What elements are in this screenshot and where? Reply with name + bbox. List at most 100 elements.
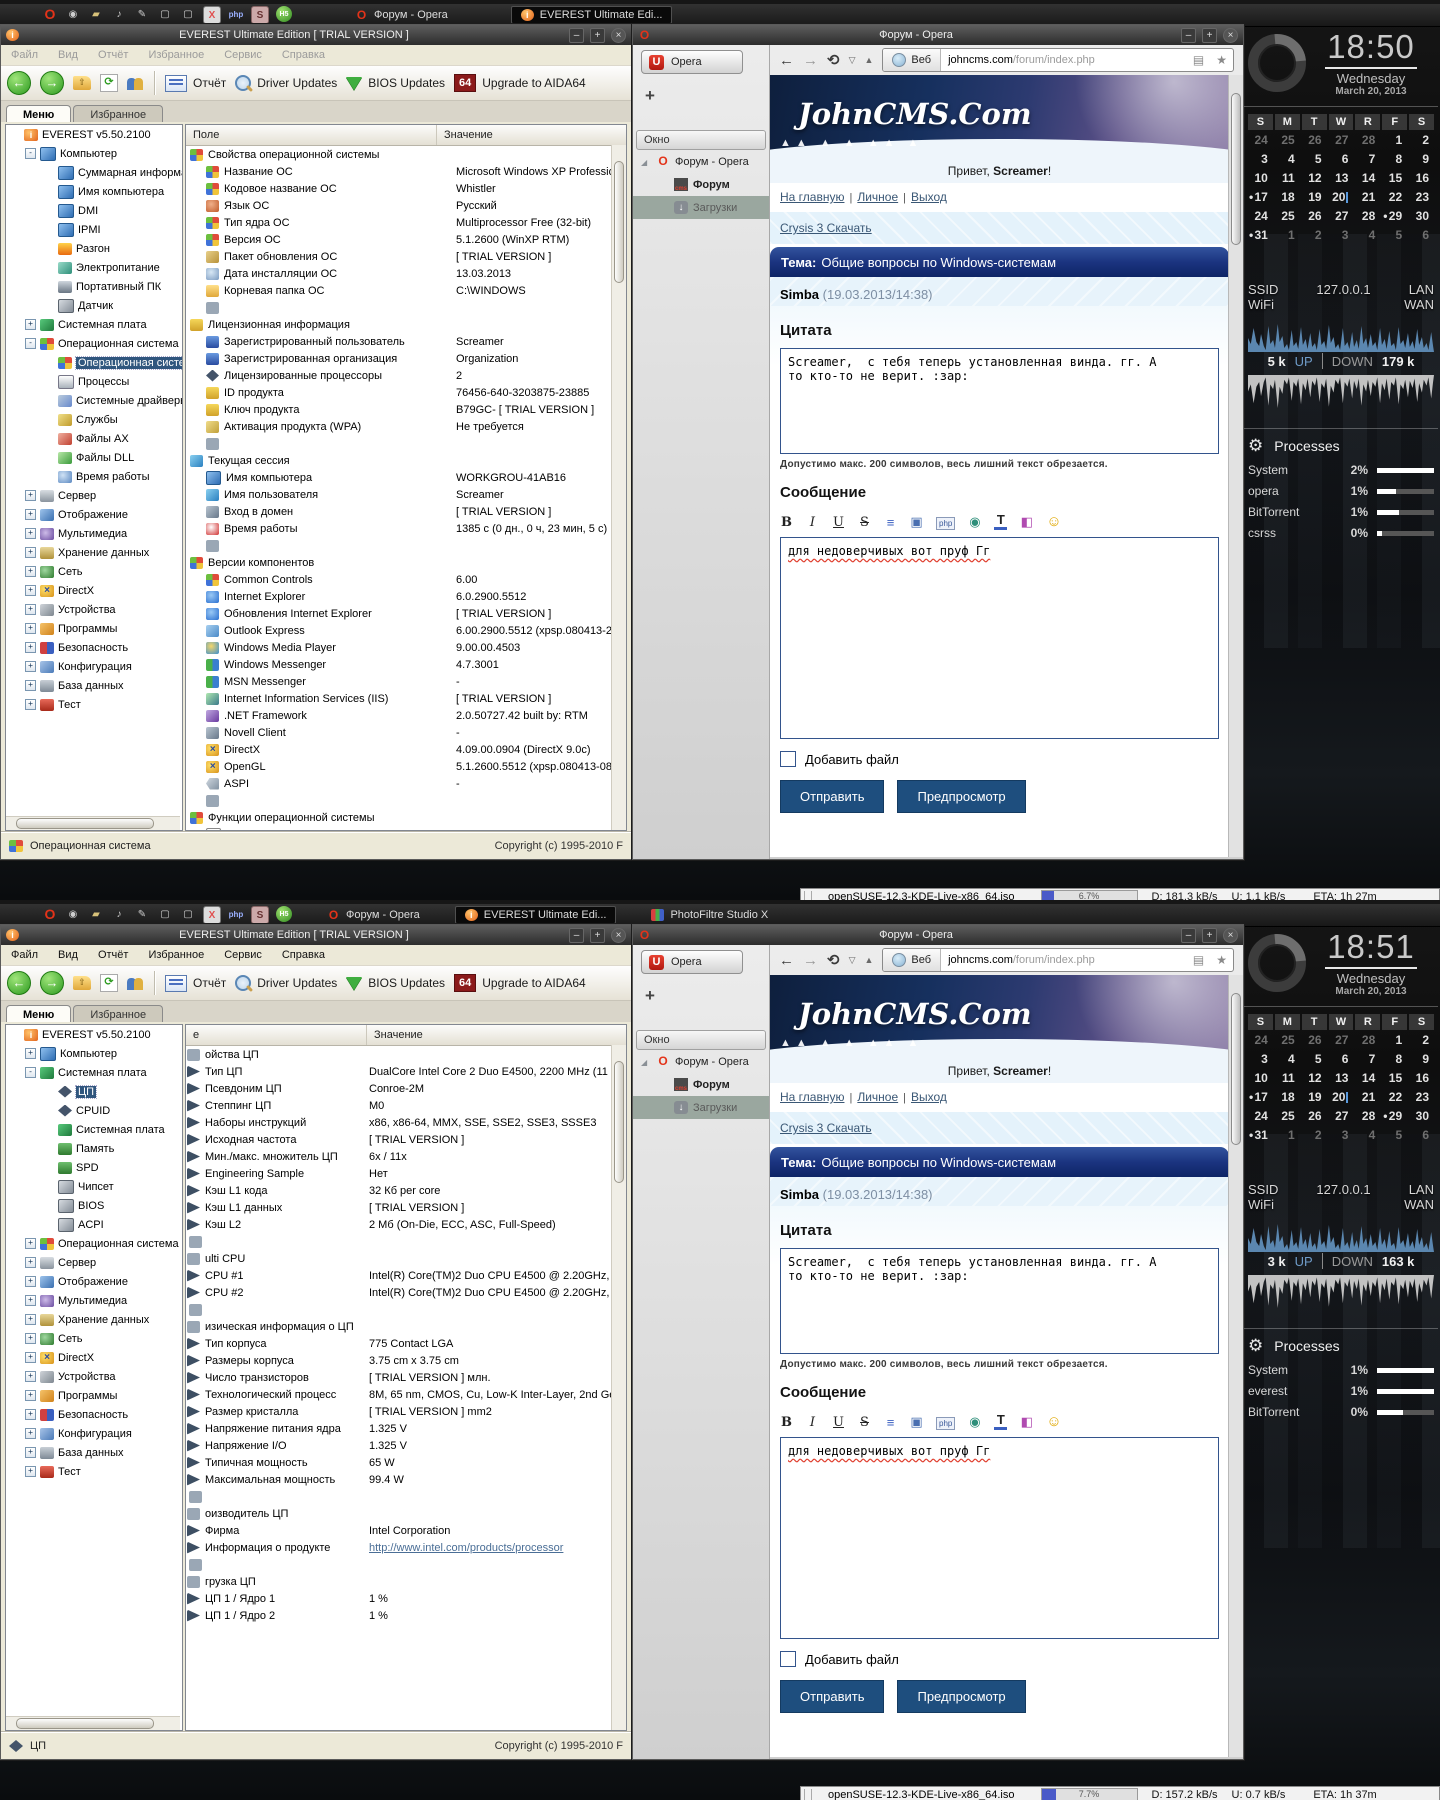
folder-up-icon[interactable] (73, 76, 91, 90)
launcher-icon[interactable]: php (228, 906, 244, 922)
reload-icon[interactable]: ⟲ (827, 51, 840, 69)
calendar-day[interactable]: 7 (1355, 150, 1380, 168)
url-field[interactable]: johncms.com/forum/index.php (941, 954, 1187, 966)
launcher-icon[interactable]: S (251, 906, 269, 924)
calendar-day[interactable]: 20 (1329, 1088, 1354, 1106)
launcher-icon[interactable]: ♪ (111, 6, 127, 22)
pane-row[interactable]: Псевдоним ЦП Conroe-2M (186, 1080, 626, 1097)
launcher-icon[interactable]: ▢ (180, 6, 196, 22)
pane-row[interactable]: изическая информация о ЦП (186, 1318, 626, 1335)
menu-item[interactable]: Сервис (224, 949, 262, 961)
calendar-day[interactable]: 6 (1329, 150, 1354, 168)
pane-row[interactable]: ЦП 1 / Ядро 1 1 % (186, 1590, 626, 1607)
pane-row[interactable]: Обновления Internet Explorer [ TRIAL VER… (186, 605, 626, 622)
pane-row[interactable]: CPU #2 Intel(R) Core(TM)2 Duo CPU E4500 … (186, 1284, 626, 1301)
calendar-day[interactable]: 16 (1409, 1069, 1434, 1087)
pane-row[interactable]: Размеры корпуса 3.75 cm x 3.75 cm (186, 1352, 626, 1369)
tree-item[interactable]: Файлы DLL (6, 448, 182, 467)
forward-icon[interactable] (40, 71, 64, 95)
calendar-day[interactable]: 23 (1409, 188, 1434, 206)
tree-expander[interactable] (9, 1029, 20, 1040)
calendar-day[interactable]: 9 (1409, 1050, 1434, 1068)
format-icon[interactable]: php (936, 517, 956, 530)
format-icon[interactable]: ≡ (884, 1415, 897, 1430)
calendar-day[interactable]: 2 (1302, 226, 1327, 244)
pane-row[interactable]: .NET Framework 2.0.50727.42 built by: RT… (186, 707, 626, 724)
pane-row[interactable]: Outlook Express 6.00.2900.5512 (xpsp.080… (186, 622, 626, 639)
tree-expander[interactable]: + (25, 1466, 36, 1477)
opera-titlebar[interactable]: Форум - Opera – + × (633, 25, 1243, 45)
calendar-day[interactable]: 28 (1355, 1031, 1380, 1049)
tree-item[interactable]: + Устройства (6, 600, 182, 619)
tree-expander[interactable] (43, 357, 54, 368)
format-icon[interactable]: S (858, 1415, 871, 1430)
opera-menu-button[interactable]: U Opera (641, 950, 743, 974)
calendar-day[interactable]: 11 (1275, 1069, 1300, 1087)
tree-item[interactable]: Системные драйверы (6, 391, 182, 410)
launcher-icon[interactable]: X (203, 906, 221, 924)
taskbar-window-button[interactable]: Форум - Opera (318, 906, 429, 924)
bios-updates-button[interactable]: BIOS Updates (346, 976, 445, 990)
pane-row[interactable]: оизводитель ЦП (186, 1505, 626, 1522)
calendar-day[interactable]: 28 (1355, 131, 1380, 149)
pane-row[interactable] (186, 1556, 626, 1573)
tree-item[interactable]: Системная плата (6, 1120, 182, 1139)
tree-item[interactable]: Чипсет (6, 1177, 182, 1196)
pane-row[interactable]: Internet Information Services (IIS) [ TR… (186, 690, 626, 707)
tree-expander[interactable]: + (25, 1257, 36, 1268)
menu-item[interactable]: Файл (11, 949, 38, 961)
calendar-day[interactable]: 12 (1302, 169, 1327, 187)
tree-expander[interactable]: + (25, 699, 36, 710)
tree-expander[interactable]: + (25, 547, 36, 558)
calendar-day[interactable]: 31 (1248, 226, 1273, 244)
tree-item[interactable]: + Сеть (6, 1329, 182, 1348)
tree-item[interactable]: EVEREST v5.50.2100 (6, 125, 182, 144)
nav-link[interactable]: Выход (911, 1090, 947, 1104)
format-icon[interactable]: ◧ (1020, 1414, 1033, 1430)
calendar-day[interactable]: 3 (1329, 1126, 1354, 1144)
tree-item[interactable]: + DirectX (6, 1348, 182, 1367)
pane-row[interactable]: ID продукта 76456-640-3203875-23885 (186, 384, 626, 401)
pane-row[interactable]: Корневая папка ОС C:\WINDOWS (186, 282, 626, 299)
tree-expander[interactable]: + (25, 490, 36, 501)
pane-row[interactable]: Internet Explorer 6.0.2900.5512 (186, 588, 626, 605)
pane-row[interactable]: ulti CPU (186, 1250, 626, 1267)
tree-item[interactable]: Электропитание (6, 258, 182, 277)
format-icon[interactable]: U (832, 515, 845, 530)
tree-item[interactable]: + Хранение данных (6, 1310, 182, 1329)
launcher-icon[interactable]: H5 (276, 6, 292, 22)
calendar-day[interactable]: 15 (1382, 169, 1407, 187)
calendar-day[interactable]: 27 (1329, 207, 1354, 225)
tree-item[interactable]: Суммарная информация (6, 163, 182, 182)
calendar-day[interactable]: 31 (1248, 1126, 1273, 1144)
quote-textarea[interactable]: Screamer, с тебя теперь установленная ви… (780, 1248, 1219, 1354)
tree-item[interactable]: Файлы AX (6, 429, 182, 448)
calendar-day[interactable]: 28 (1355, 1107, 1380, 1125)
calendar-day[interactable]: 13 (1329, 1069, 1354, 1087)
tree-item[interactable]: - Системная плата (6, 1063, 182, 1082)
pane-row[interactable]: MSN Messenger - (186, 673, 626, 690)
calendar-day[interactable]: 26 (1302, 1107, 1327, 1125)
tree-expander[interactable]: + (25, 1371, 36, 1382)
url-box[interactable]: Веб johncms.com/forum/index.php ▤ ★ (882, 48, 1234, 72)
format-icon[interactable]: ▣ (910, 1414, 923, 1430)
tree-expander[interactable] (43, 281, 54, 292)
calendar-day[interactable]: 30 (1409, 207, 1434, 225)
format-icon[interactable]: php (936, 1417, 956, 1430)
forward-icon[interactable] (40, 971, 64, 995)
forward-icon[interactable]: → (803, 52, 818, 69)
tree-item[interactable]: + Конфигурация (6, 657, 182, 676)
nav-link[interactable]: Личное (857, 190, 898, 204)
menu-item[interactable]: Избранное (148, 949, 204, 961)
calendar-day[interactable]: 26 (1302, 207, 1327, 225)
panel-tab-item[interactable]: Форум - Opera (633, 150, 769, 173)
pane-scrollbar[interactable] (611, 1045, 626, 1730)
pane-row[interactable]: Напряжение I/O 1.325 V (186, 1437, 626, 1454)
pane-row[interactable]: Лицензионная информация (186, 316, 626, 333)
format-icon[interactable]: B (780, 1415, 793, 1430)
pane-row[interactable]: Ключ продукта B79GC- [ TRIAL VERSION ] (186, 401, 626, 418)
tree-expander[interactable]: + (25, 604, 36, 615)
tree-expander[interactable]: + (25, 509, 36, 520)
rss-icon[interactable]: ▤ (1187, 953, 1210, 967)
calendar-day[interactable]: 7 (1355, 1050, 1380, 1068)
